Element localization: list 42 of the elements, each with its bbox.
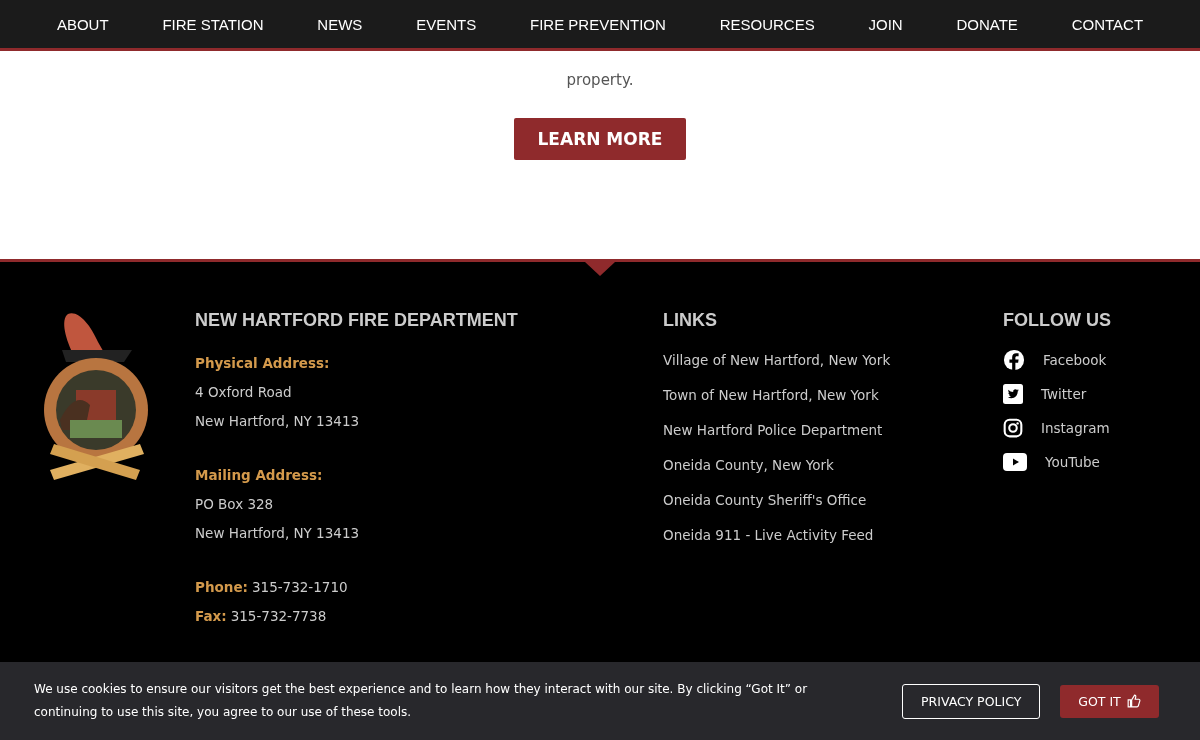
social-link[interactable]: Twitter [1003,377,1200,411]
cookie-text: We use cookies to ensure our visitors get the best experience and to learn how they interact with our site. By clicking “Got It” or continuing to use this site, you agree to our use of these tools. [34,681,809,721]
privacy-policy-button[interactable]: PRIVACY POLICY [902,683,1041,719]
nav-link[interactable]: JOIN [868,15,903,33]
department-heading: NEW HARTFORD FIRE DEPARTMENT [195,310,519,331]
address-line: New Hartford, NY 13413 [195,412,361,431]
address-label: Mailing Address: [195,466,324,485]
address-label: Physical Address: [195,354,331,373]
nav-link[interactable]: FIRE PREVENTION [530,15,666,33]
contact-label: Fax: [195,607,227,626]
learn-more-button[interactable]: LEARN MORE [513,118,687,160]
nav-link[interactable]: NEWS [317,15,363,33]
address-line: 4 Oxford Road [195,383,293,402]
footer-link[interactable]: Oneida County Sheriff's Office [663,483,1003,518]
footer-link[interactable]: New Hartford Police Department [663,413,1003,448]
contact-value: 315-732-1710 [251,578,348,597]
facebook-icon [1003,349,1025,371]
nav-link[interactable]: ABOUT [56,15,109,33]
footer-link[interactable]: Town of New Hartford, New York [663,378,1003,413]
address-line: New Hartford, NY 13413 [195,524,361,543]
youtube-icon [1003,453,1027,471]
nav-link[interactable]: EVENTS [416,15,477,33]
twitter-icon [1003,384,1023,404]
social-link[interactable]: Instagram [1003,411,1200,445]
follow-heading: FOLLOW US [1003,310,1112,331]
got-it-button[interactable]: GOT IT [1060,684,1159,718]
contact-label: Phone: [195,578,248,597]
nav-link[interactable]: DONATE [956,15,1018,33]
links-heading: LINKS [663,310,718,331]
nav-link[interactable]: FIRE STATION [162,15,264,33]
social-link[interactable]: YouTube [1003,445,1200,479]
nav-link[interactable]: CONTACT [1071,15,1144,33]
thumbs-up-icon [1126,694,1141,708]
footer-link[interactable]: Oneida County, New York [663,448,1003,483]
nav-link[interactable]: RESOURCES [719,15,815,33]
social-link[interactable]: Facebook [1003,343,1200,377]
instagram-icon [1003,418,1023,438]
body-text: property. [566,71,634,89]
footer-link[interactable]: Oneida 911 - Live Activity Feed [663,518,1003,553]
contact-value: 315-732-7738 [230,607,327,626]
address-line: PO Box 328 [195,495,275,514]
footer-link[interactable]: Village of New Hartford, New York [663,343,1003,378]
